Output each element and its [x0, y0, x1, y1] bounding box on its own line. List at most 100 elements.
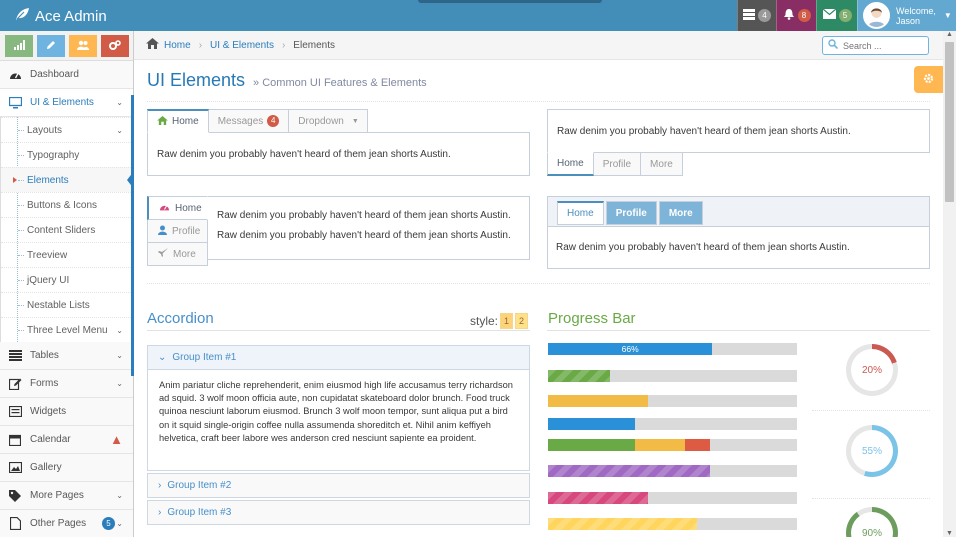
sidebar-item-dashboard[interactable]: Dashboard [0, 61, 133, 89]
sidebar-item-widgets[interactable]: Widgets [0, 398, 133, 426]
chevron-down-icon: ⌄ [158, 352, 167, 363]
breadcrumb-parent[interactable]: UI & Elements [210, 40, 274, 51]
subitem-label: Three Level Menu [27, 324, 108, 336]
tab-label: Home [557, 158, 584, 169]
tab-profile[interactable]: Profile [592, 152, 642, 176]
sidebar-item-label: Forms [30, 378, 59, 389]
signal-icon [13, 39, 25, 53]
tab-home[interactable]: Home [147, 196, 208, 220]
tab-profile[interactable]: Profile [605, 201, 657, 225]
edit-icon [8, 377, 22, 391]
tab-profile[interactable]: Profile [147, 219, 208, 243]
scroll-down-icon[interactable]: ▼ [946, 530, 953, 537]
tab-pane: Raw denim you probably haven't heard of … [547, 109, 930, 153]
messages-button[interactable]: 5 [816, 0, 857, 31]
cogs-icon [109, 39, 121, 53]
sidebar-item-calendar[interactable]: Calendar ▲ [0, 426, 133, 454]
sidebar-item-ui-elements[interactable]: UI & Elements ⌄ [0, 89, 133, 117]
progress-bar-fill [548, 395, 648, 407]
progress-bar [548, 395, 797, 407]
tab-more[interactable]: More [147, 242, 208, 266]
sidebar-subitem-elements[interactable]: Elements [1, 167, 134, 192]
navbar-items: 4 8 5 Welcome, Jason ▼ [737, 0, 956, 31]
sidebar-subitem-three-level-menu[interactable]: Three Level Menu ⌄ [1, 317, 133, 342]
tab-dropdown[interactable]: Dropdown ▼ [288, 109, 368, 133]
subitem-label: Nestable Lists [27, 299, 90, 311]
shortcut-users-button[interactable] [69, 35, 97, 57]
accordion-item-label: Group Item #1 [172, 352, 237, 363]
sidebar-subitem-typography[interactable]: Typography [1, 142, 133, 167]
sidebar-item-more-pages[interactable]: More Pages ⌄ [0, 482, 133, 510]
shortcut-pencil-button[interactable] [37, 35, 65, 57]
breadcrumb-home[interactable]: Home [146, 38, 191, 52]
accordion-title-underline [147, 330, 530, 331]
list-icon [8, 349, 22, 363]
progress-bar [548, 465, 797, 477]
tab-pane-text: Raw denim you probably haven't heard of … [217, 230, 511, 241]
dashboard-icon [159, 202, 170, 215]
page-subtitle: » Common UI Features & Elements [253, 76, 427, 89]
style-1-button[interactable]: 1 [500, 313, 514, 329]
subitem-label: Treeview [27, 249, 68, 261]
chevron-down-icon: ⌄ [116, 519, 123, 528]
tab-label: More [173, 248, 196, 260]
pie-percent-label: 55% [851, 430, 893, 472]
sidebar-subitem-treeview[interactable]: Treeview [1, 242, 133, 267]
subitem-label: Typography [27, 149, 80, 161]
sidebar-subitem-jquery-ui[interactable]: jQuery UI [1, 267, 133, 292]
bell-icon [783, 8, 795, 23]
tab-messages[interactable]: Messages 4 [207, 109, 290, 133]
scroll-up-icon[interactable]: ▲ [946, 31, 953, 38]
sidebar-subitem-content-sliders[interactable]: Content Sliders [1, 217, 133, 242]
chevron-right-icon: › [158, 480, 162, 491]
sidebar-item-other-pages[interactable]: Other Pages 5 ⌄ [0, 510, 133, 537]
sidebar-subitem-layouts[interactable]: Layouts ⌄ [1, 117, 133, 142]
users-icon [77, 40, 89, 53]
breadcrumb-home-label: Home [164, 39, 191, 51]
page-scrollbar[interactable]: ▲ ▼ [943, 31, 956, 537]
tab-more[interactable]: More [640, 152, 683, 176]
progress-bar-fill [548, 439, 636, 451]
subitem-label: Layouts [27, 124, 63, 136]
pie-percent-label: 90% [851, 512, 893, 537]
tab-home[interactable]: Home [547, 152, 594, 176]
warning-icon: ▲ [110, 432, 123, 447]
progress-bar [548, 439, 797, 451]
tab-label: Messages [217, 115, 264, 127]
picture-icon [8, 461, 22, 475]
sidebar-item-forms[interactable]: Forms ⌄ [0, 370, 133, 398]
tab-more[interactable]: More [658, 201, 703, 225]
progress-title-underline [547, 330, 930, 331]
settings-button[interactable] [914, 66, 943, 93]
accordion-item-3[interactable]: › Group Item #3 [147, 500, 530, 525]
tasks-button[interactable]: 4 [737, 0, 776, 31]
caret-down-icon: ▼ [351, 117, 359, 125]
progress-bar-fill [548, 370, 611, 382]
accordion-item-1[interactable]: ⌄ Group Item #1 [147, 345, 530, 370]
shortcut-chart-button[interactable] [5, 35, 33, 57]
progress-bar-fill [548, 492, 648, 504]
chevron-down-icon: ⌄ [116, 126, 123, 135]
accordion-item-2[interactable]: › Group Item #2 [147, 473, 530, 498]
sidebar-item-tables[interactable]: Tables ⌄ [0, 342, 133, 370]
shortcut-cogs-button[interactable] [101, 35, 129, 57]
search-input[interactable] [843, 40, 923, 51]
breadcrumb-separator: › [281, 39, 286, 51]
style-2-button[interactable]: 2 [515, 313, 529, 329]
tab-home[interactable]: Home [557, 201, 604, 225]
notifications-button[interactable]: 8 [776, 0, 816, 31]
sidebar-item-gallery[interactable]: Gallery [0, 454, 133, 482]
chevron-right-icon: › [158, 507, 162, 518]
sidebar-subitem-nestable-lists[interactable]: Nestable Lists [1, 292, 133, 317]
sidebar-subitem-buttons-icons[interactable]: Buttons & Icons [1, 192, 133, 217]
sidebar-item-label: More Pages [30, 490, 84, 501]
file-icon [8, 517, 22, 531]
tab-label: Profile [172, 225, 201, 237]
tab-home[interactable]: Home [147, 109, 209, 133]
user-menu[interactable]: Welcome, Jason ▼ [857, 0, 956, 31]
tab-bar: Home Profile More [147, 196, 208, 266]
tabs-left: Raw denim you probably haven't heard of … [147, 196, 530, 266]
scrollbar-thumb[interactable] [945, 42, 954, 202]
brand[interactable]: Ace Admin [14, 6, 107, 26]
progress-bar [548, 418, 797, 430]
